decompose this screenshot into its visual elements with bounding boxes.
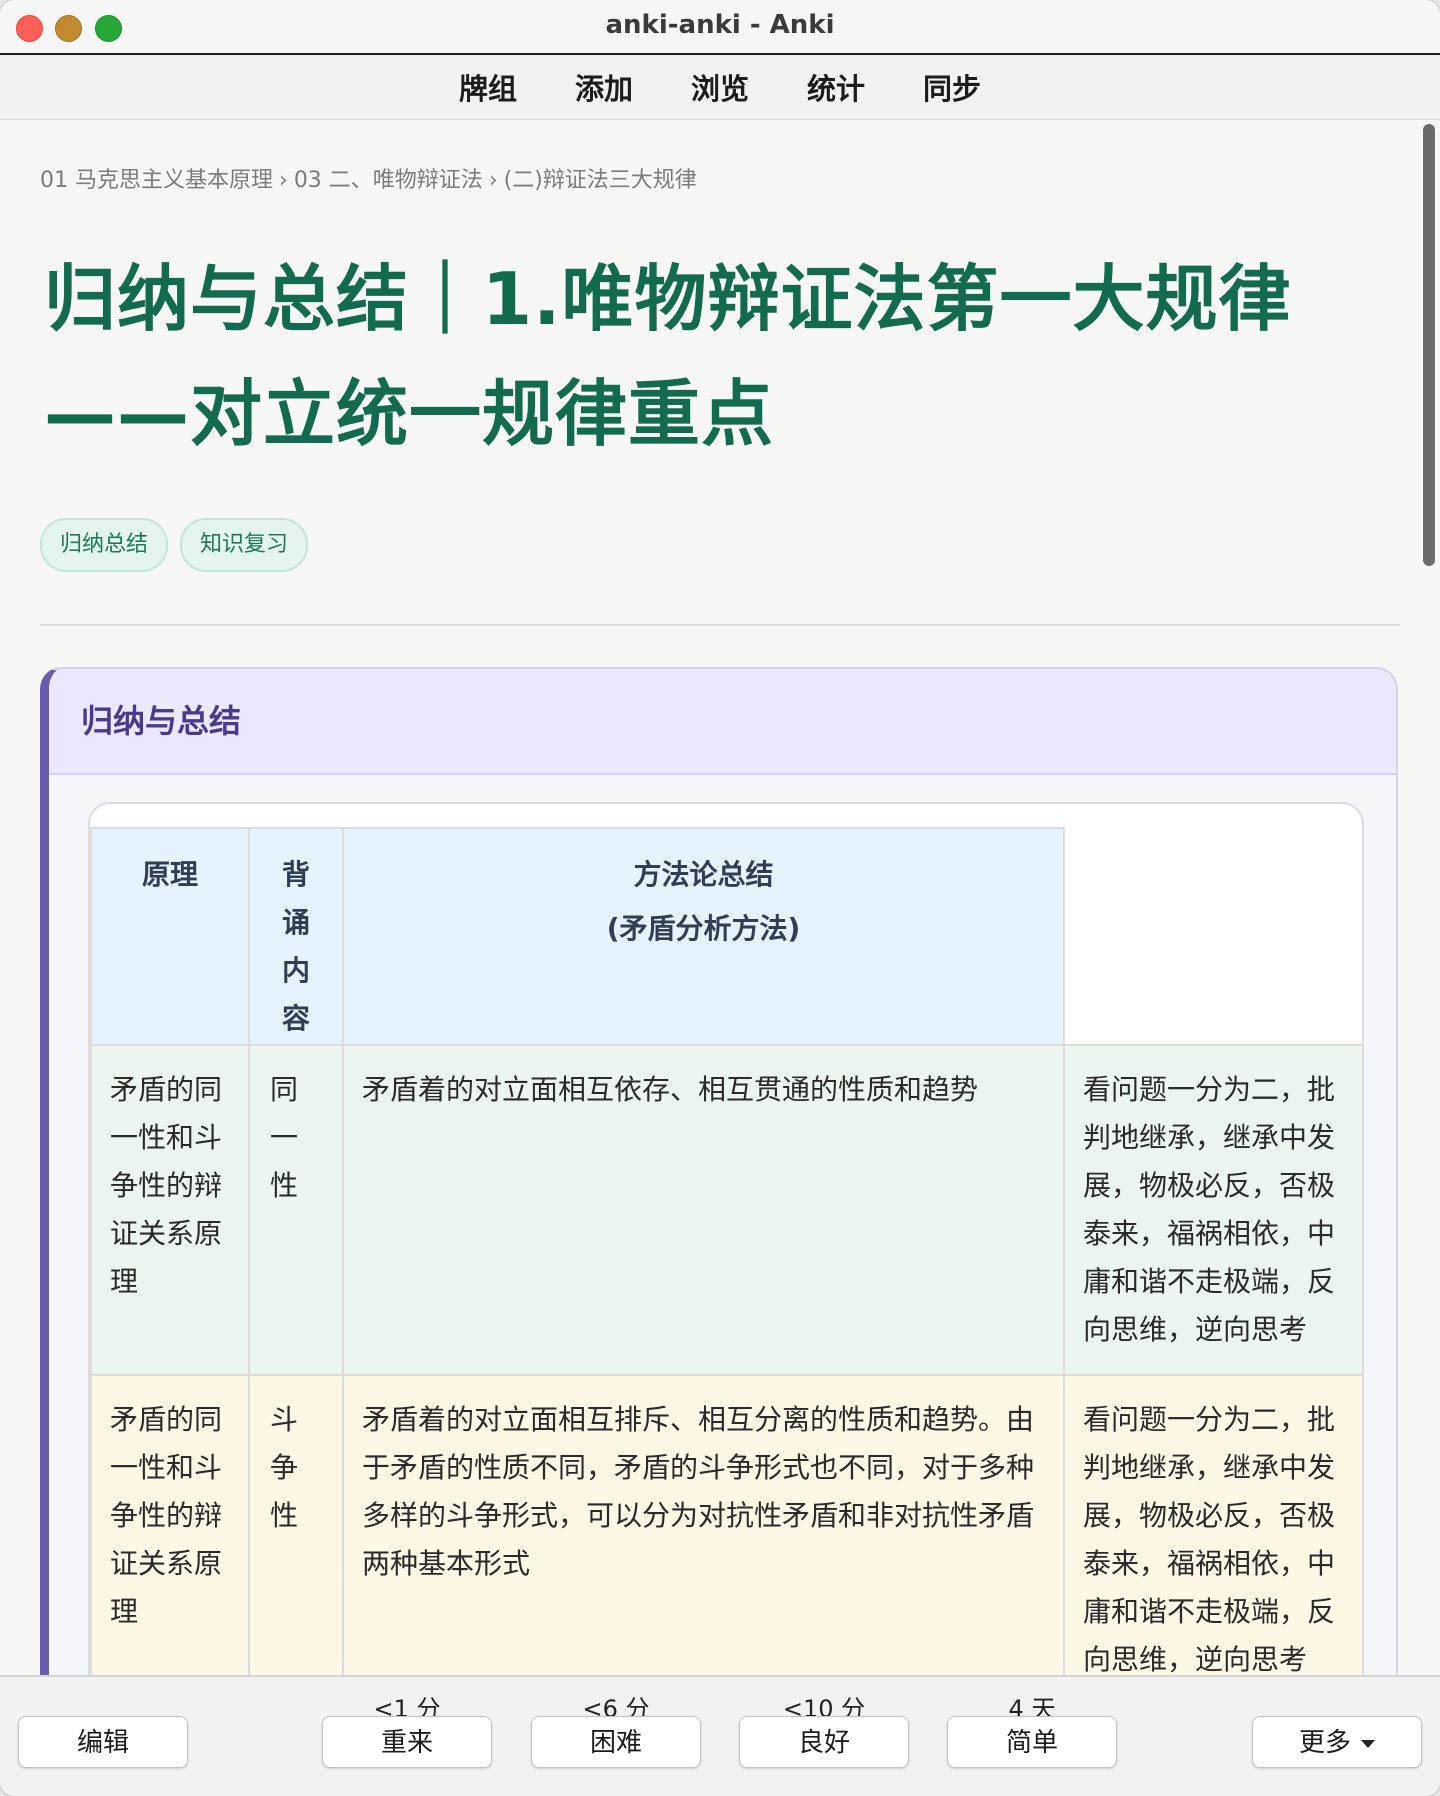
table-card: 原理 背诵内容 方法论总结 (矛盾分析方法) 矛盾的同一性和斗争性的辩证关系原理… xyxy=(88,802,1364,1675)
header-method-line2: (矛盾分析方法) xyxy=(606,912,801,945)
cell-recite: 同一性 xyxy=(248,1044,344,1376)
cell-recite-text: 同一性 xyxy=(270,1073,299,1202)
cell-recite-text: 斗争性 xyxy=(270,1403,299,1532)
easy-button[interactable]: 简单 xyxy=(947,1716,1117,1768)
window-title: anki-anki - Anki xyxy=(605,10,835,40)
cell-method: 看问题一分为二，批判地继承，继承中发展，物极必反，否极泰来，福祸相依，中庸和谐不… xyxy=(1063,1374,1362,1675)
header-method: 方法论总结 (矛盾分析方法) xyxy=(342,827,1065,1046)
toolbar-stats[interactable]: 统计 xyxy=(807,66,865,108)
table-header-row: 原理 背诵内容 方法论总结 (矛盾分析方法) xyxy=(90,827,1362,1046)
cell-principle: 矛盾的同一性和斗争性的辩证关系原理 xyxy=(90,1044,250,1376)
toolbar-add[interactable]: 添加 xyxy=(575,66,633,108)
breadcrumb: 01 马克思主义基本原理 › 03 二、唯物辩证法 › (二)辩证法三大规律 xyxy=(40,162,697,194)
cell-method: 看问题一分为二，批判地继承，继承中发展，物极必反，否极泰来，福祸相依，中庸和谐不… xyxy=(1063,1044,1362,1376)
tag-badge: 归纳总结 xyxy=(40,518,169,572)
main-toolbar: 牌组 添加 浏览 统计 同步 xyxy=(0,55,1440,120)
toolbar-browse[interactable]: 浏览 xyxy=(691,66,749,108)
page-title: 归纳与总结｜1.唯物辩证法第一大规律 ——对立统一规律重点 xyxy=(44,242,1384,472)
again-button[interactable]: 重来 xyxy=(322,1716,492,1768)
tag-list: 归纳总结 知识复习 xyxy=(40,518,320,572)
good-button[interactable]: 良好 xyxy=(739,1716,909,1768)
toolbar-decks[interactable]: 牌组 xyxy=(459,66,517,108)
toolbar-sync[interactable]: 同步 xyxy=(923,66,981,108)
table-row: 矛盾的同一性和斗争性的辩证关系原理 斗争性 矛盾着的对立面相互排斥、相互分离的性… xyxy=(90,1374,1362,1675)
hard-button[interactable]: 困难 xyxy=(531,1716,701,1768)
header-recite: 背诵内容 xyxy=(248,827,344,1046)
chevron-down-icon xyxy=(1361,1739,1375,1748)
callout-body: 原理 背诵内容 方法论总结 (矛盾分析方法) 矛盾的同一性和斗争性的辩证关系原理… xyxy=(49,775,1396,1675)
divider xyxy=(40,624,1400,626)
header-recite-text: 背诵内容 xyxy=(281,858,310,1035)
breadcrumb-item: 01 马克思主义基本原理 xyxy=(40,168,273,193)
summary-callout: 归纳与总结 原理 背诵内容 方法论总结 (矛盾分析方法) 矛盾的同一性和斗争性的… xyxy=(40,667,1398,1675)
header-blank xyxy=(1063,828,1362,1046)
title-bar: anki-anki - Anki xyxy=(0,0,1440,55)
header-principle: 原理 xyxy=(90,827,250,1046)
scrollbar-thumb[interactable] xyxy=(1423,124,1435,566)
breadcrumb-item: 03 二、唯物辩证法 xyxy=(293,168,483,193)
answer-bar: 编辑 <1 分 重来 <6 分 困难 <10 分 良好 4 天 简单 更多 xyxy=(0,1675,1440,1796)
breadcrumb-separator: › xyxy=(279,168,288,193)
tag-badge: 知识复习 xyxy=(180,518,309,572)
page-title-line2: ——对立统一规律重点 xyxy=(44,372,775,456)
vertical-scrollbar[interactable] xyxy=(1418,120,1440,1675)
callout-heading: 归纳与总结 xyxy=(49,669,1396,775)
header-method-line1: 方法论总结 xyxy=(633,858,774,891)
summary-table: 原理 背诵内容 方法论总结 (矛盾分析方法) 矛盾的同一性和斗争性的辩证关系原理… xyxy=(90,827,1362,1675)
cell-principle: 矛盾的同一性和斗争性的辩证关系原理 xyxy=(90,1374,250,1675)
page-title-line1: 归纳与总结｜1.唯物辩证法第一大规律 xyxy=(44,257,1292,341)
breadcrumb-item: (二)辩证法三大规律 xyxy=(503,168,697,193)
cell-content: 矛盾着的对立面相互排斥、相互分离的性质和趋势。由于矛盾的性质不同，矛盾的斗争形式… xyxy=(342,1374,1065,1675)
anki-window: anki-anki - Anki 牌组 添加 浏览 统计 同步 01 马克思主义… xyxy=(0,0,1440,1796)
breadcrumb-separator: › xyxy=(488,168,498,193)
more-button-label: 更多 xyxy=(1298,1728,1351,1758)
edit-button[interactable]: 编辑 xyxy=(18,1716,188,1768)
cell-content: 矛盾着的对立面相互依存、相互贯通的性质和趋势 xyxy=(342,1044,1065,1376)
cell-recite: 斗争性 xyxy=(248,1374,344,1675)
table-row: 矛盾的同一性和斗争性的辩证关系原理 同一性 矛盾着的对立面相互依存、相互贯通的性… xyxy=(90,1044,1362,1376)
more-button[interactable]: 更多 xyxy=(1252,1716,1422,1768)
card-content: 01 马克思主义基本原理 › 03 二、唯物辩证法 › (二)辩证法三大规律 归纳与总结… xyxy=(0,120,1418,1675)
